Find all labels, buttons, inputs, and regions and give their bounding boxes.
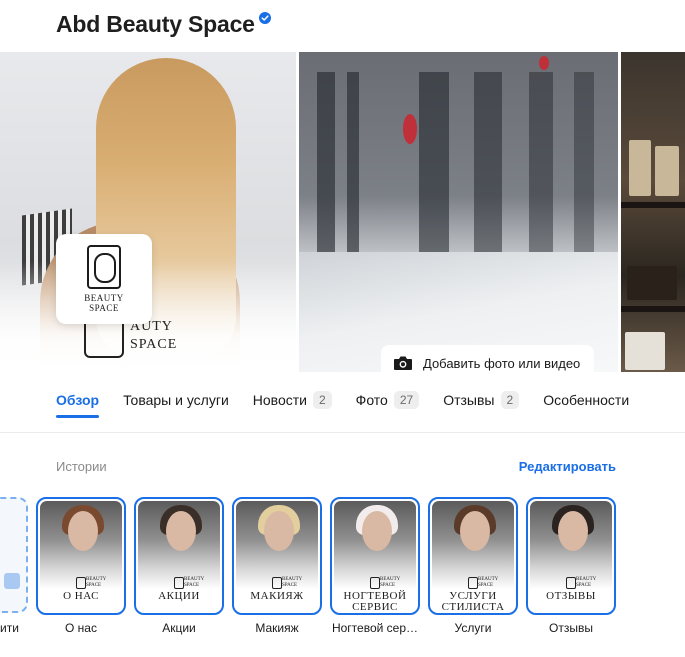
add-story-caption: ити [0, 621, 19, 635]
story-card[interactable]: BEAUTY SPACE МАКИЯЖ [232, 497, 322, 615]
story-thumb-label: АКЦИИ [158, 590, 200, 602]
story-thumb-label: МАКИЯЖ [250, 590, 304, 602]
story-caption: Ногтевой сер… [331, 621, 419, 635]
story-thumb-label: О НАС [63, 590, 99, 602]
story-logo-icon [174, 577, 184, 589]
story-logo-icon [566, 577, 576, 589]
tab-count-badge: 2 [500, 391, 520, 409]
add-media-label: Добавить фото или видео [423, 355, 581, 371]
story-caption: Макияж [255, 621, 299, 635]
story-caption: Услуги [454, 621, 492, 635]
story-caption: Акции [162, 621, 196, 635]
tab-products-services[interactable]: Товары и услуги [123, 384, 229, 416]
add-story-button[interactable] [0, 497, 28, 613]
stories-heading: Истории [56, 459, 107, 474]
gallery-photo-hair[interactable]: AUTY SPACE BEAUTY SPACE [0, 52, 296, 372]
tabs-divider [0, 432, 685, 433]
tab-count-badge: 2 [312, 391, 332, 409]
story-thumbnail: BEAUTY SPACE МАКИЯЖ [236, 501, 318, 611]
story-face-shape [264, 511, 294, 551]
story-card[interactable]: BEAUTY SPACE УСЛУГИ СТИЛИСТА [428, 497, 518, 615]
verified-check-icon [258, 12, 271, 24]
business-name: Abd Beauty Space [56, 10, 255, 37]
photo-gallery[interactable]: AUTY SPACE BEAUTY SPACE Добавить фото ил… [0, 52, 685, 372]
story-thumbnail: BEAUTY SPACE АКЦИИ [138, 501, 220, 611]
tab-features[interactable]: Особенности [543, 384, 629, 416]
camera-icon [394, 356, 412, 370]
story-logo-text: BEAUTY SPACE [184, 577, 205, 588]
story-caption: О нас [65, 621, 97, 635]
business-logo[interactable]: BEAUTY SPACE [56, 234, 152, 324]
story-logo-icon [370, 577, 380, 589]
add-photo-video-button[interactable]: Добавить фото или видео [381, 345, 595, 372]
story-logo-text: BEAUTY SPACE [86, 577, 107, 588]
story-card[interactable]: BEAUTY SPACE АКЦИИ [134, 497, 224, 615]
story-thumb-label: НОГТЕВОЙ СЕРВИС [343, 590, 407, 612]
red-sign-shape [403, 114, 417, 144]
story-thumb-label: ОТЗЫВЫ [546, 590, 596, 602]
story-face-shape [166, 511, 196, 551]
story-face-shape [68, 511, 98, 551]
section-tabs: Обзор Товары и услуги Новости 2 Фото 27 … [56, 384, 653, 418]
story-face-shape [362, 511, 392, 551]
gallery-photo-shelves[interactable] [621, 52, 685, 372]
tab-overview[interactable]: Обзор [56, 384, 100, 418]
story-card[interactable]: BEAUTY SPACE О НАС [36, 497, 126, 615]
story-thumb-label: УСЛУГИ СТИЛИСТА [441, 590, 505, 612]
tab-count-badge: 27 [393, 391, 420, 409]
story-thumbnail: BEAUTY SPACE ОТЗЫВЫ [530, 501, 612, 611]
story-face-shape [460, 511, 490, 551]
story-caption: Отзывы [549, 621, 593, 635]
tab-photos[interactable]: Фото 27 [356, 384, 420, 416]
edit-stories-link[interactable]: Редактировать [519, 459, 616, 474]
story-logo-icon [272, 577, 282, 589]
tab-reviews[interactable]: Отзывы 2 [443, 384, 520, 416]
story-card[interactable]: BEAUTY SPACE ОТЗЫВЫ [526, 497, 616, 615]
business-header: Abd Beauty Space [56, 8, 271, 40]
gallery-photo-street[interactable] [299, 52, 618, 372]
story-logo-text: BEAUTY SPACE [380, 577, 401, 588]
story-card[interactable]: BEAUTY SPACE НОГТЕВОЙ СЕРВИС [330, 497, 420, 615]
tab-news[interactable]: Новости 2 [253, 384, 332, 416]
story-thumbnail: BEAUTY SPACE О НАС [40, 501, 122, 611]
story-logo-text: BEAUTY SPACE [282, 577, 303, 588]
story-face-shape [558, 511, 588, 551]
logo-monogram-icon [87, 245, 121, 289]
story-logo-icon [76, 577, 86, 589]
story-thumbnail: BEAUTY SPACE НОГТЕВОЙ СЕРВИС [334, 501, 416, 611]
story-thumbnail: BEAUTY SPACE УСЛУГИ СТИЛИСТА [432, 501, 514, 611]
add-story-cube-icon [4, 573, 20, 589]
story-logo-text: BEAUTY SPACE [478, 577, 499, 588]
story-logo-text: BEAUTY SPACE [576, 577, 597, 588]
story-logo-icon [468, 577, 478, 589]
